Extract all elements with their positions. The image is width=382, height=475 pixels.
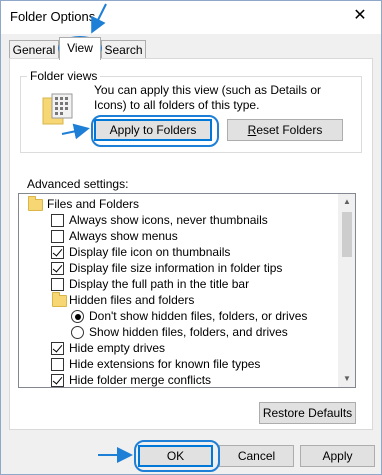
checkbox-checked[interactable]	[51, 246, 64, 259]
list-item-label: Hide extensions for known file types	[69, 357, 261, 371]
folder-options-window: Folder Options ✕ General View Search Fol…	[0, 0, 382, 475]
list-scrollbar[interactable]: ▲ ▼	[338, 194, 355, 387]
scroll-down-arrow-icon[interactable]: ▼	[339, 371, 355, 387]
ok-button[interactable]: OK	[138, 445, 213, 467]
checkbox-checked[interactable]	[51, 374, 64, 387]
folder-icon	[52, 292, 67, 307]
list-item-label: Display the full path in the title bar	[69, 277, 250, 291]
list-item-label: Files and Folders	[47, 197, 140, 211]
cancel-button[interactable]: Cancel	[219, 445, 294, 467]
apply-button[interactable]: Apply	[300, 445, 375, 467]
list-item-label: Display file icon on thumbnails	[69, 245, 231, 259]
reset-folders-rest: eset Folders	[256, 123, 323, 137]
tab-search[interactable]: Search	[101, 40, 146, 59]
reset-folders-button[interactable]: Reset Folders	[227, 119, 343, 141]
checkbox-checked[interactable]	[51, 262, 64, 275]
title-bar: Folder Options ✕	[1, 1, 381, 34]
list-item-label: Always show menus	[69, 229, 178, 243]
folder-views-icon	[42, 93, 73, 125]
folder-icon	[28, 196, 43, 211]
window-title: Folder Options	[10, 9, 96, 24]
list-item-label: Display file size information in folder …	[69, 261, 283, 275]
scroll-thumb[interactable]	[342, 212, 352, 257]
list-item-label: Don't show hidden files, folders, or dri…	[89, 309, 308, 323]
tab-view[interactable]: View	[59, 37, 101, 60]
folder-views-label: Folder views	[27, 69, 101, 83]
advanced-settings-label: Advanced settings:	[27, 177, 129, 191]
checkbox-checked[interactable]	[51, 342, 64, 355]
list-item-label: Always show icons, never thumbnails	[69, 213, 268, 227]
checkbox[interactable]	[51, 358, 64, 371]
list-item-label: Show hidden files, folders, and drives	[89, 325, 288, 339]
list-item-label: Hide empty drives	[69, 341, 166, 355]
radio[interactable]	[71, 326, 84, 339]
apply-to-folders-button[interactable]: Apply to Folders	[94, 119, 212, 141]
tab-general[interactable]: General	[9, 40, 59, 59]
checkbox[interactable]	[51, 230, 64, 243]
close-icon[interactable]: ✕	[349, 5, 371, 27]
scroll-up-arrow-icon[interactable]: ▲	[339, 194, 355, 210]
list-item-label: Hidden files and folders	[69, 293, 195, 307]
folder-views-description: You can apply this view (such as Details…	[94, 83, 322, 112]
reset-mnemonic: R	[247, 123, 257, 137]
advanced-settings-list[interactable]: Files and Folders Always show icons, nev…	[18, 193, 356, 388]
tab-strip: General View Search	[1, 34, 381, 60]
checkbox[interactable]	[51, 278, 64, 291]
radio-selected[interactable]	[71, 310, 84, 323]
list-item-label: Hide folder merge conflicts	[69, 373, 212, 387]
restore-defaults-button[interactable]: Restore Defaults	[259, 402, 356, 424]
checkbox[interactable]	[51, 214, 64, 227]
